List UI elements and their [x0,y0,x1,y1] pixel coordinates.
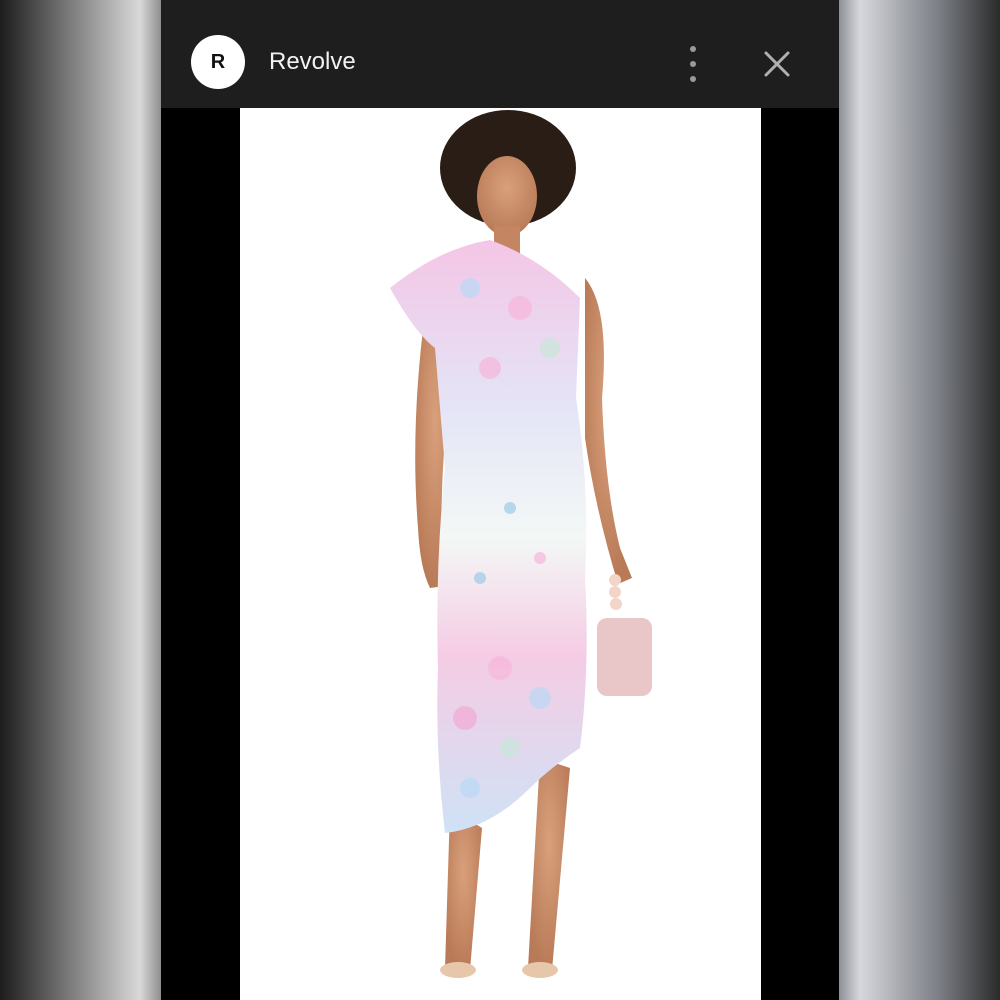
close-icon [764,51,790,77]
more-vertical-icon [690,46,696,52]
more-options-button[interactable] [681,46,705,82]
logo-letter: R [210,50,226,73]
top-bar: R Revolve [161,0,839,108]
viewer-frame: R Revolve [161,0,839,1000]
product-image[interactable] [240,108,761,1000]
face [477,156,537,236]
close-button[interactable] [761,48,793,80]
site-logo[interactable]: R [191,35,245,89]
model-dress-illustration [240,108,761,1000]
site-name[interactable]: Revolve [269,48,356,76]
handbag [597,618,652,696]
